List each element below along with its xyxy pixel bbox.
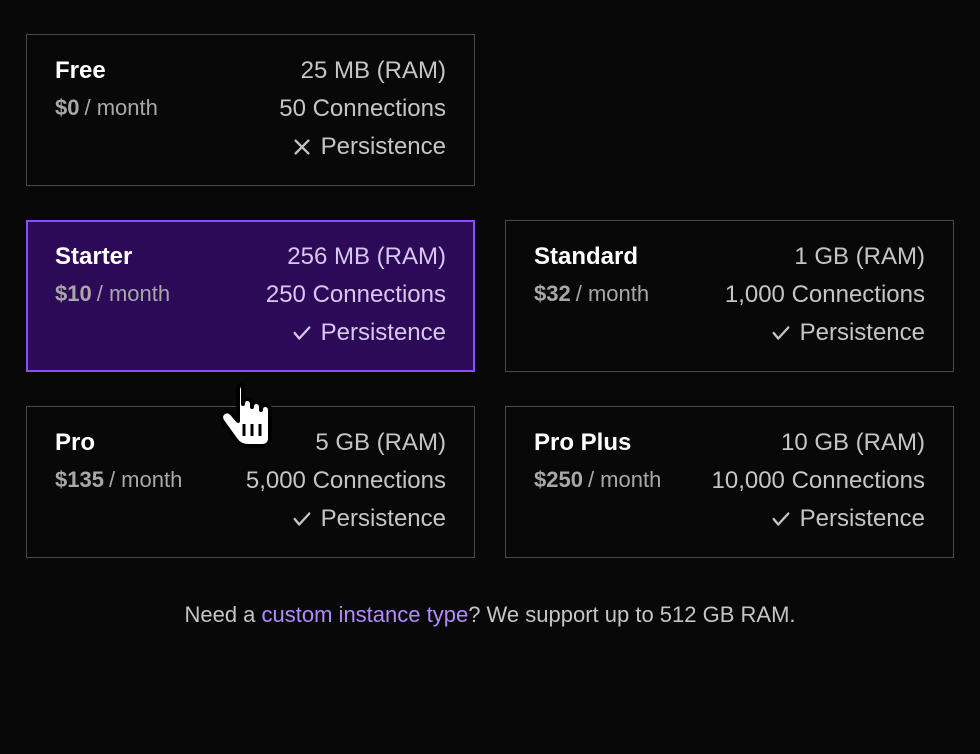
plan-price-row: $250 / month bbox=[534, 467, 661, 493]
check-icon bbox=[291, 322, 313, 344]
plan-price: $10 bbox=[55, 281, 92, 307]
persistence-label: Persistence bbox=[321, 505, 446, 533]
plan-connections: 1,000 Connections bbox=[725, 281, 925, 309]
plan-card-pro[interactable]: Pro $135 / month 5 GB (RAM) 5,000 Connec… bbox=[26, 406, 475, 558]
plan-right: 256 MB (RAM) 250 Connections Persistence bbox=[266, 243, 446, 347]
plan-period: / month bbox=[588, 467, 661, 493]
plan-connections: 10,000 Connections bbox=[712, 467, 926, 495]
plan-persistence: Persistence bbox=[291, 505, 446, 533]
plan-period: / month bbox=[109, 467, 182, 493]
plan-persistence: Persistence bbox=[770, 505, 925, 533]
custom-instance-link[interactable]: custom instance type bbox=[262, 602, 469, 627]
persistence-label: Persistence bbox=[321, 133, 446, 161]
plan-price: $0 bbox=[55, 95, 79, 121]
check-icon bbox=[770, 508, 792, 530]
plan-grid: Free $0 / month 25 MB (RAM) 50 Connectio… bbox=[26, 34, 954, 558]
plan-name: Pro bbox=[55, 429, 182, 457]
plan-price-row: $32 / month bbox=[534, 281, 649, 307]
plan-ram: 25 MB (RAM) bbox=[301, 57, 446, 85]
plan-card-standard[interactable]: Standard $32 / month 1 GB (RAM) 1,000 Co… bbox=[505, 220, 954, 372]
plan-period: / month bbox=[97, 281, 170, 307]
plan-period: / month bbox=[576, 281, 649, 307]
plan-right: 10 GB (RAM) 10,000 Connections Persisten… bbox=[712, 429, 926, 533]
plan-connections: 5,000 Connections bbox=[246, 467, 446, 495]
plan-price: $32 bbox=[534, 281, 571, 307]
plan-price: $135 bbox=[55, 467, 104, 493]
check-icon bbox=[291, 508, 313, 530]
plan-name: Standard bbox=[534, 243, 649, 271]
plan-right: 25 MB (RAM) 50 Connections Persistence bbox=[279, 57, 446, 161]
plan-price-row: $0 / month bbox=[55, 95, 158, 121]
check-icon bbox=[770, 322, 792, 344]
plan-connections: 250 Connections bbox=[266, 281, 446, 309]
plan-card-free[interactable]: Free $0 / month 25 MB (RAM) 50 Connectio… bbox=[26, 34, 475, 186]
plan-left: Pro Plus $250 / month bbox=[534, 429, 661, 493]
plan-left: Starter $10 / month bbox=[55, 243, 170, 307]
footer-prefix: Need a bbox=[184, 602, 261, 627]
plan-left: Standard $32 / month bbox=[534, 243, 649, 307]
plan-left: Pro $135 / month bbox=[55, 429, 182, 493]
plan-right: 5 GB (RAM) 5,000 Connections Persistence bbox=[246, 429, 446, 533]
plan-name: Free bbox=[55, 57, 158, 85]
plan-ram: 10 GB (RAM) bbox=[781, 429, 925, 457]
plan-name: Starter bbox=[55, 243, 170, 271]
persistence-label: Persistence bbox=[800, 505, 925, 533]
plan-left: Free $0 / month bbox=[55, 57, 158, 121]
persistence-label: Persistence bbox=[321, 319, 446, 347]
footer-text: Need a custom instance type? We support … bbox=[26, 602, 954, 628]
plan-persistence: Persistence bbox=[291, 133, 446, 161]
plan-ram: 1 GB (RAM) bbox=[794, 243, 925, 271]
plan-name: Pro Plus bbox=[534, 429, 661, 457]
plan-period: / month bbox=[84, 95, 157, 121]
plan-right: 1 GB (RAM) 1,000 Connections Persistence bbox=[725, 243, 925, 347]
plan-persistence: Persistence bbox=[291, 319, 446, 347]
plan-ram: 256 MB (RAM) bbox=[287, 243, 446, 271]
footer-suffix: ? We support up to 512 GB RAM. bbox=[468, 602, 795, 627]
plan-card-starter[interactable]: Starter $10 / month 256 MB (RAM) 250 Con… bbox=[26, 220, 475, 372]
plan-connections: 50 Connections bbox=[279, 95, 446, 123]
plan-price-row: $10 / month bbox=[55, 281, 170, 307]
plan-price: $250 bbox=[534, 467, 583, 493]
cross-icon bbox=[291, 136, 313, 158]
plan-persistence: Persistence bbox=[770, 319, 925, 347]
plan-card-pro-plus[interactable]: Pro Plus $250 / month 10 GB (RAM) 10,000… bbox=[505, 406, 954, 558]
plan-ram: 5 GB (RAM) bbox=[315, 429, 446, 457]
plan-price-row: $135 / month bbox=[55, 467, 182, 493]
persistence-label: Persistence bbox=[800, 319, 925, 347]
